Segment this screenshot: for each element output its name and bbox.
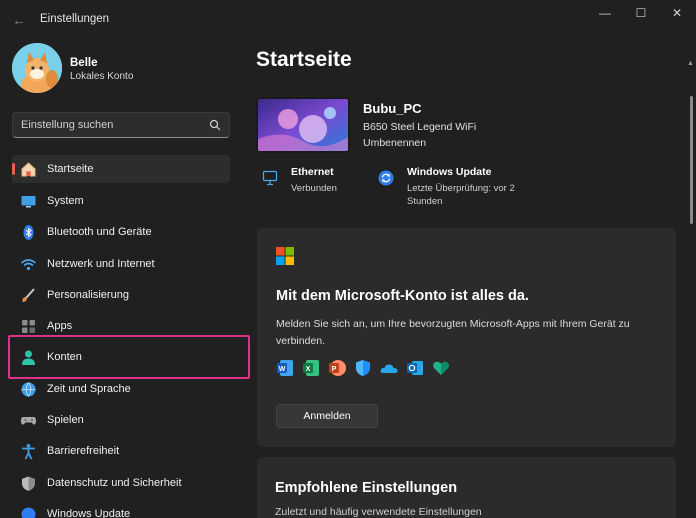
page-title: Startseite [256, 48, 352, 71]
monitor-icon [21, 196, 36, 208]
back-button[interactable]: ← [8, 10, 30, 30]
maximize-button[interactable]: ☐ [624, 0, 658, 26]
sign-in-button[interactable]: Anmelden [276, 404, 378, 428]
scroll-up-arrow[interactable]: ▲ [687, 60, 694, 67]
sidebar-item-konten[interactable]: Konten [12, 343, 230, 371]
sidebar-item-label: System [47, 195, 84, 207]
sidebar-item-label: Windows Update [47, 508, 131, 518]
accessibility-icon [22, 444, 35, 460]
sidebar-item-apps[interactable]: Apps [12, 312, 230, 340]
sidebar-item-label: Startseite [47, 163, 94, 175]
back-arrow-icon: ← [12, 12, 26, 28]
recommended-heading: Empfohlene Einstellungen [275, 480, 458, 496]
wifi-icon [20, 259, 37, 271]
device-name: Bubu_PC [363, 101, 422, 116]
sidebar-item-label: Spielen [47, 414, 84, 426]
search-box[interactable] [12, 112, 230, 138]
sidebar-item-startseite[interactable]: Startseite [12, 155, 230, 183]
search-input[interactable] [21, 117, 201, 133]
update-icon [21, 507, 36, 518]
recommended-subtitle: Zuletzt und häufig verwendete Einstellun… [275, 506, 482, 518]
microsoft-account-card: Mit dem Microsoft-Konto ist alles da. Me… [257, 228, 676, 447]
windows-update-title[interactable]: Windows Update [407, 166, 492, 178]
close-button[interactable]: ✕ [660, 0, 694, 26]
gamepad-icon [21, 417, 36, 425]
microsoft-logo-icon [276, 247, 294, 265]
sidebar-item-bluetooth[interactable]: Bluetooth und Geräte [12, 218, 230, 246]
sidebar-item-barrierefreiheit[interactable]: Barrierefreiheit [12, 437, 230, 465]
sidebar-item-label: Zeit und Sprache [47, 383, 131, 395]
ethernet-title[interactable]: Ethernet [291, 166, 334, 178]
sidebar-item-label: Konten [47, 351, 82, 363]
title-bar: ← Einstellungen — ☐ ✕ [0, 0, 696, 40]
rename-link[interactable]: Umbenennen [363, 137, 426, 149]
ethernet-icon [262, 170, 278, 186]
sidebar-item-system[interactable]: System [12, 187, 230, 215]
sidebar-item-label: Netzwerk und Internet [47, 258, 155, 270]
person-icon [22, 350, 35, 365]
svg-text:W: W [279, 366, 286, 373]
svg-text:P: P [332, 366, 337, 373]
sidebar-item-personalisierung[interactable]: Personalisierung [12, 281, 230, 309]
card-body: Melden Sie sich an, um Ihre bevorzugten … [276, 318, 630, 347]
globe-clock-icon [21, 382, 36, 397]
device-wallpaper-thumbnail [256, 97, 350, 153]
apps-icon [22, 320, 35, 333]
sidebar-item-network[interactable]: Netzwerk und Internet [12, 250, 230, 278]
avatar[interactable] [12, 43, 62, 93]
onedrive-icon [380, 364, 398, 373]
card-heading: Mit dem Microsoft-Konto ist alles da. [276, 288, 529, 304]
app-icons-row: W X P [276, 359, 450, 379]
sidebar-item-label: Apps [47, 320, 73, 332]
defender-icon [356, 360, 370, 376]
sidebar-item-windows-update[interactable]: Windows Update [12, 500, 230, 518]
app-title: Einstellungen [40, 13, 110, 25]
sidebar-item-label: Bluetooth und Geräte [47, 226, 152, 238]
minimize-button[interactable]: — [588, 0, 622, 26]
sidebar-item-label: Datenschutz und Sicherheit [47, 477, 182, 489]
device-model: B650 Steel Legend WiFi [363, 121, 477, 133]
recommended-settings-card: Empfohlene Einstellungen Zuletzt und häu… [257, 457, 676, 518]
svg-text:X: X [306, 366, 311, 373]
excel-icon: X [303, 360, 319, 376]
scrollbar-thumb[interactable] [690, 96, 693, 224]
sidebar-item-label: Barrierefreiheit [47, 445, 120, 457]
update-icon [378, 170, 394, 186]
profile-name: Belle [70, 57, 98, 69]
active-indicator [12, 163, 15, 175]
brush-icon [22, 288, 35, 302]
outlook-icon [407, 361, 423, 375]
sidebar-item-zeit-sprache[interactable]: Zeit und Sprache [12, 375, 230, 403]
home-icon [21, 162, 36, 177]
shield-icon [22, 476, 35, 491]
sidebar-item-spielen[interactable]: Spielen [12, 406, 230, 434]
windows-update-status: Letzte Überprüfung: vor 2 Stunden [407, 183, 515, 207]
search-icon[interactable] [209, 119, 221, 131]
family-icon [433, 361, 449, 375]
powerpoint-icon: P [329, 360, 346, 376]
settings-window: ← Einstellungen — ☐ ✕ Belle Lokales Kont… [0, 0, 696, 518]
word-icon: W [277, 360, 293, 376]
sidebar-item-datenschutz[interactable]: Datenschutz und Sicherheit [12, 469, 230, 497]
profile-account-type: Lokales Konto [70, 71, 134, 82]
bluetooth-icon [23, 225, 34, 240]
sidebar-item-label: Personalisierung [47, 289, 129, 301]
ethernet-status: Verbunden [291, 183, 337, 194]
